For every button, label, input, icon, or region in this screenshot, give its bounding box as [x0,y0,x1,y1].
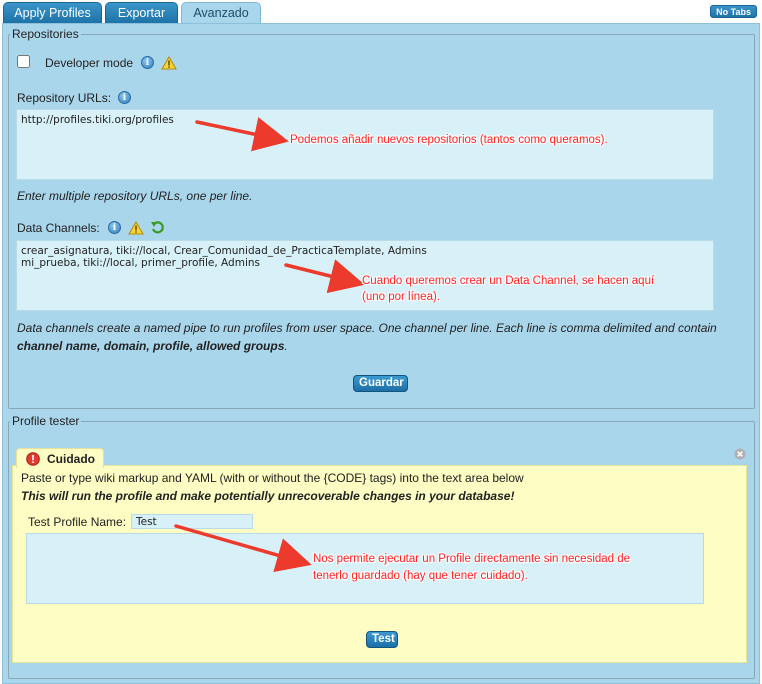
no-tabs-button[interactable]: No Tabs [710,5,757,18]
repository-urls-hint: Enter multiple repository URLs, one per … [17,189,253,203]
data-channels-fields-bold: channel name, domain, profile, allowed g… [17,339,285,353]
info-icon[interactable]: i [108,221,121,234]
warning-title: Cuidado [47,452,95,466]
annotation-channels-line2: (uno por línea). [362,291,440,303]
repository-urls-label: Repository URLs: [17,91,112,105]
tab-bar: Apply Profiles Exportar Avanzado No Tabs [0,0,762,24]
test-profile-name-input[interactable] [131,514,253,529]
warning-bold-text: This will run the profile and make poten… [21,489,515,503]
info-icon[interactable]: i [141,56,154,69]
profile-tester-legend: Profile tester [12,414,80,428]
error-icon [26,452,40,469]
annotation-repos: Podemos añadir nuevos repositorios (tant… [290,134,608,146]
data-channels-hint-end: . [284,339,288,353]
annotation-channels-line1: Cuando queremos crear un Data Channel, s… [362,275,655,287]
data-channels-label: Data Channels: [17,221,100,235]
data-channels-hint-fields: channel name, domain, profile, allowed g… [17,339,288,353]
info-icon[interactable]: i [118,91,131,104]
refresh-icon[interactable] [150,220,166,238]
profile-yaml-textarea[interactable] [26,533,704,604]
data-channels-hint: Data channels create a named pipe to run… [17,321,752,335]
repositories-legend: Repositories [12,27,79,41]
developer-mode-label: Developer mode [45,56,134,70]
test-button[interactable]: Test [366,631,398,648]
annotation-tester-line1: Nos permite ejecutar un Profile directam… [313,553,631,565]
data-channels-hint-text: Data channels create a named pipe to run… [17,321,717,335]
warning-text: Paste or type wiki markup and YAML (with… [21,471,524,485]
close-icon[interactable] [734,448,746,463]
guardar-button[interactable]: Guardar [353,375,408,392]
developer-mode-checkbox[interactable] [17,55,30,68]
annotation-tester-line2: tenerlo guardado (hay que tener cuidado)… [313,570,528,582]
test-profile-name-label: Test Profile Name: [28,515,127,529]
tab-avanzado[interactable]: Avanzado [181,2,261,24]
tab-apply-profiles[interactable]: Apply Profiles [3,2,102,23]
warning-icon [161,56,177,73]
warning-icon [128,221,144,238]
tab-exportar[interactable]: Exportar [105,2,178,23]
